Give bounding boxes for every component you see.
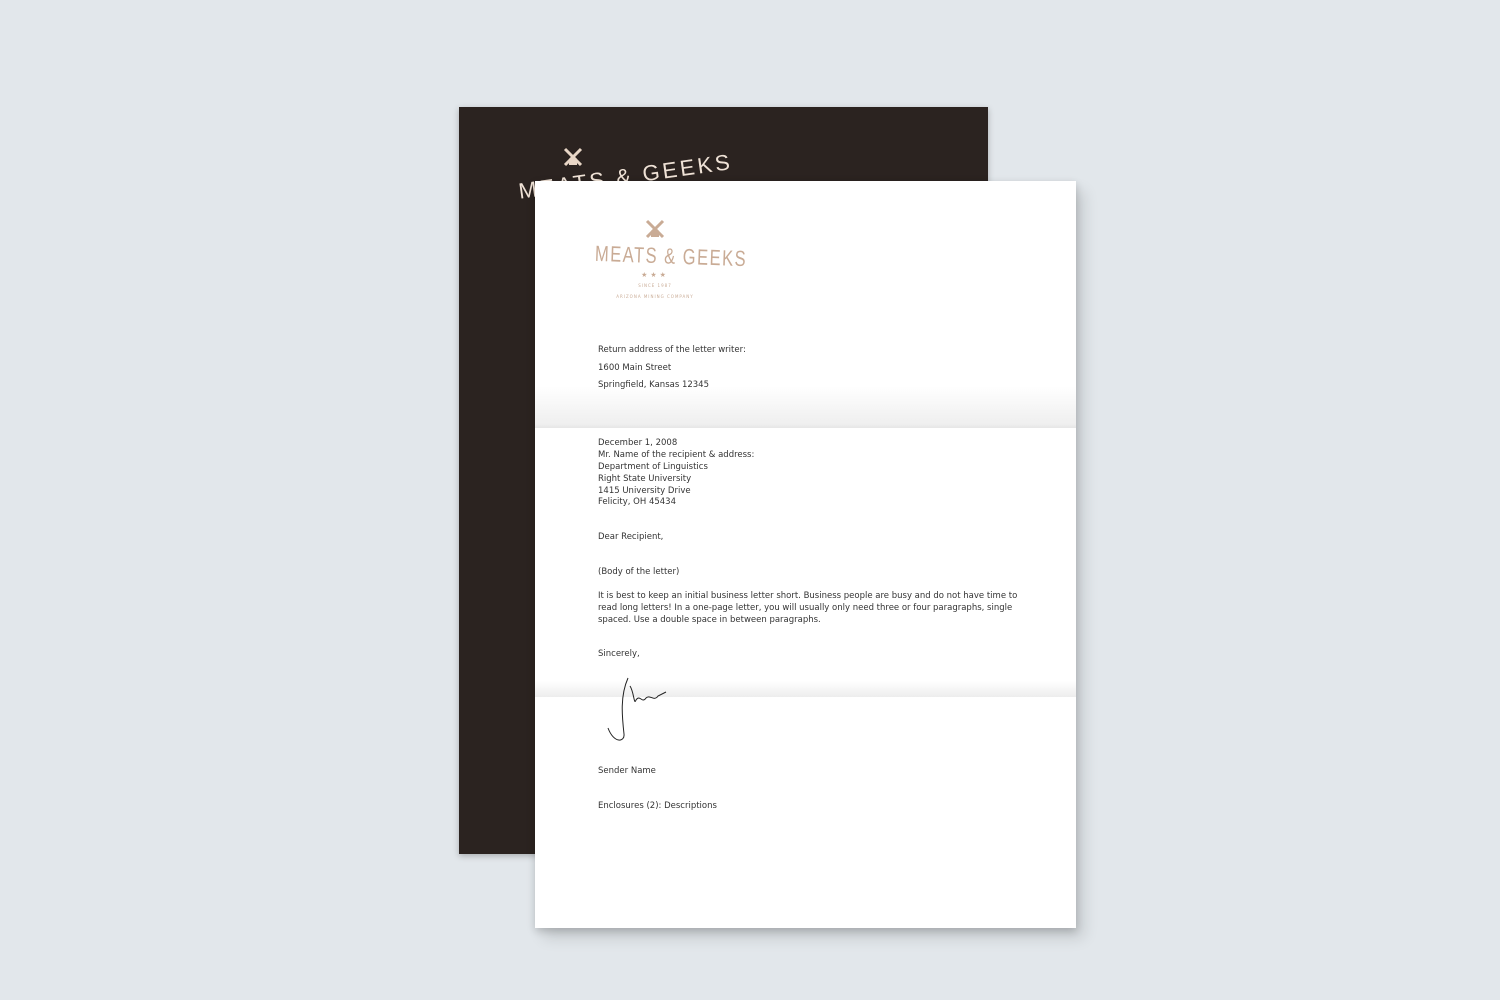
letter-date: December 1, 2008: [598, 438, 678, 448]
letter-sheet: MEATS & GEEKS ★★★ SINCE 1987 ARIZONA MIN…: [535, 181, 1076, 928]
fold-shadow: [535, 386, 1076, 428]
brand-since: SINCE 1987: [638, 283, 672, 288]
letter-body: It is best to keep an initial business l…: [598, 591, 1018, 625]
brand-logo: MEATS & GEEKS ★★★ SINCE 1987 ARIZONA MIN…: [594, 219, 748, 299]
brand-tagline: ARIZONA MINING COMPANY: [616, 294, 694, 299]
return-street: 1600 Main Street: [598, 363, 672, 373]
recipient-line: Felicity, OH 45434: [598, 497, 677, 507]
sender-name: Sender Name: [598, 766, 656, 776]
body-label: (Body of the letter): [598, 567, 680, 577]
closing: Sincerely,: [598, 649, 640, 659]
windmill-icon: [595, 219, 715, 243]
recipient-line: Right State University: [598, 474, 692, 484]
brand-stars: ★★★: [641, 271, 669, 279]
return-address-label: Return address of the letter writer:: [598, 345, 746, 355]
recipient-line: Mr. Name of the recipient & address:: [598, 450, 755, 460]
salutation: Dear Recipient,: [598, 532, 664, 542]
brand-name: MEATS & GEEKS: [594, 240, 748, 272]
enclosures: Enclosures (2): Descriptions: [598, 801, 717, 811]
windmill-icon: [563, 147, 583, 171]
recipient-line: Department of Linguistics: [598, 462, 708, 472]
signature: [600, 676, 670, 752]
return-city: Springfield, Kansas 12345: [598, 380, 710, 390]
